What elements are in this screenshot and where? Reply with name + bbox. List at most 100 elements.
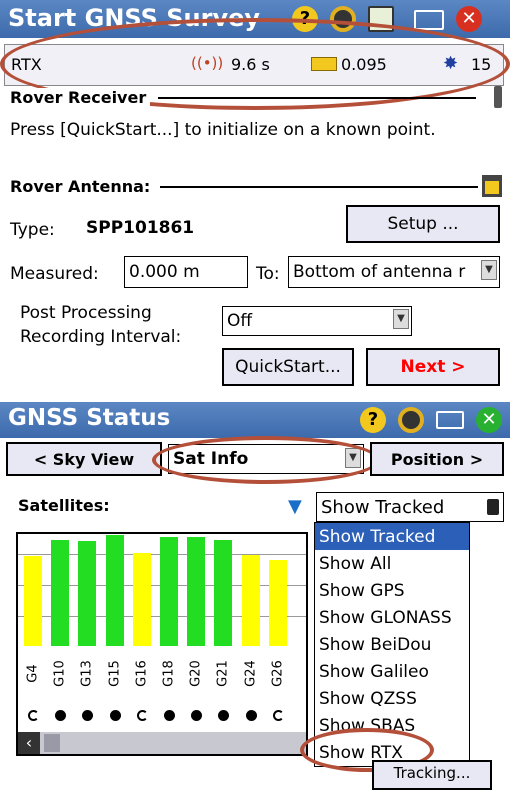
filter-option[interactable]: Show QZSS [315,685,469,712]
rover-receiver-header: Rover Receiver [10,86,490,108]
filter-option[interactable]: Show SBAS [315,712,469,739]
receiver-icon [494,86,502,108]
chart-bar [105,535,124,646]
filter-option[interactable]: Show Tracked [315,523,469,550]
filter-option[interactable]: Show Galileo [315,658,469,685]
satellite-label: G13 [79,660,95,687]
help-icon[interactable]: ? [360,407,386,433]
satellite-label: G15 [107,660,123,687]
chart-bar [78,540,97,646]
precision-icon [311,57,337,71]
tracking-status-icon [109,710,121,721]
chevron-down-icon: ▼ [345,448,361,468]
satellite-chart: G4 G10 G13 G15 G16 G18 G20 G21 G24 G26 ‹ [16,532,308,756]
rtk-mode: RTX [11,55,42,74]
keyboard-icon[interactable] [436,411,464,429]
filter-icon[interactable]: ▼ [288,496,302,517]
chart-bar [214,539,233,646]
pp-label-line2: Recording Interval: [20,327,182,347]
view-select-value: Sat Info [173,449,249,469]
tracking-button-label: Tracking... [393,764,471,782]
recording-interval-value: Off [227,311,253,331]
chart-bar [51,539,70,646]
position-button[interactable]: Position > [370,442,504,476]
chart-bar [241,555,260,646]
gear-icon[interactable] [398,407,424,433]
tracking-status-icon [245,710,257,721]
quickstart-button[interactable]: QuickStart... [222,348,354,386]
tracking-status-icon [191,710,203,721]
instruction-text: Press [QuickStart...] to initialize on a… [10,120,436,140]
help-icon[interactable]: ? [292,6,318,32]
sky-view-button[interactable]: < Sky View [6,442,162,476]
measure-to-select[interactable]: Bottom of antenna r ▼ [288,256,500,288]
chevron-down-icon: ▼ [481,260,497,280]
satellite-label: G20 [188,660,204,687]
signal-icon: ((•)) [191,54,224,72]
filter-option[interactable]: Show GLONASS [315,604,469,631]
satellite-label: G10 [52,660,68,687]
tracking-status-icon [55,710,67,721]
survey-status-bar: RTX ((•)) 9.6 s 0.095 ✸ 15 [4,44,504,86]
satellite-label: G4 [25,664,41,683]
tracking-status-icon [272,710,284,721]
satellite-icon: ✸ [443,53,459,74]
tracking-button[interactable]: Tracking... [372,760,492,790]
antenna-icon [482,175,502,197]
rover-antenna-label: Rover Antenna: [10,177,157,196]
satellite-label: G18 [161,660,177,687]
view-select[interactable]: Sat Info ▼ [168,444,364,474]
dropdown-icon [487,499,499,515]
chart-bar [132,553,151,646]
filter-select[interactable]: Show Tracked [316,492,504,522]
rover-receiver-label: Rover Receiver [10,88,151,107]
tracking-status-icon [218,710,230,721]
type-label: Type: [10,220,55,240]
divider [160,186,478,188]
chart-scrollbar[interactable]: ‹ [18,732,306,754]
filter-option[interactable]: Show GPS [315,577,469,604]
gear-icon[interactable] [330,6,356,32]
ok-icon[interactable]: ✕ [476,407,502,433]
label-area: G4 G10 G13 G15 G16 G18 G20 G21 G24 G26 [18,646,306,706]
measured-input[interactable]: 0.000 m [124,256,248,288]
chart-bar [268,559,287,646]
filter-select-value: Show Tracked [321,496,445,518]
status-titlebar: GNSS Status ? ✕ [0,402,510,438]
type-value: SPP101861 [86,218,195,238]
filter-dropdown-list: Show Tracked Show All Show GPS Show GLON… [314,522,470,767]
satellites-label: Satellites: [18,496,110,515]
tracking-status-icon [164,710,175,721]
recording-interval-select[interactable]: Off ▼ [222,306,412,336]
keyboard-icon[interactable] [414,10,444,30]
status-title: GNSS Status [8,405,171,431]
rover-antenna-header: Rover Antenna: [10,175,478,197]
notepad-icon[interactable] [368,6,394,32]
scroll-thumb[interactable] [44,734,60,752]
tracking-status-icon [136,710,148,721]
survey-title: Start GNSS Survey [8,4,261,32]
chevron-down-icon: ▼ [393,309,409,329]
pp-label-line1: Post Processing [20,303,152,323]
setup-button[interactable]: Setup ... [346,205,500,243]
tracking-status-icon [82,710,94,721]
filter-option[interactable]: Show BeiDou [315,631,469,658]
bar-area [18,534,306,646]
tracking-status-icon [28,710,39,721]
measured-label: Measured: [10,264,99,284]
close-icon[interactable]: ✕ [456,6,482,32]
to-label: To: [256,264,280,284]
next-button[interactable]: Next > [366,348,500,386]
divider [158,97,476,99]
chart-bar [160,537,178,646]
chart-bar [187,537,206,646]
correction-age: 9.6 s [231,55,270,74]
survey-titlebar: Start GNSS Survey ? ✕ [0,0,510,38]
precision-value: 0.095 [341,55,387,74]
filter-option[interactable]: Show All [315,550,469,577]
satellite-label: G16 [134,660,150,687]
measure-to-value: Bottom of antenna r [293,262,466,282]
satellite-label: G26 [270,660,286,687]
scroll-left-button[interactable]: ‹ [18,732,40,754]
satellite-count: 15 [471,55,492,74]
